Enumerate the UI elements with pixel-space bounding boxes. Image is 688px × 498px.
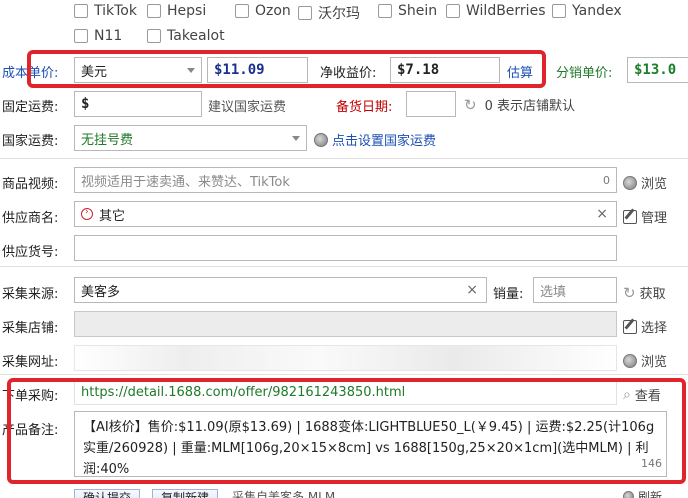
- platform-checkbox-n11[interactable]: N11: [74, 28, 122, 44]
- globe-icon: [623, 175, 637, 190]
- platform-checkbox-shein[interactable]: Shein: [378, 3, 437, 19]
- supplier-manage-button[interactable]: 管理: [623, 207, 667, 226]
- checkbox-box[interactable]: [235, 4, 249, 18]
- manage-label: 管理: [641, 211, 668, 226]
- clear-icon[interactable]: ×: [596, 206, 608, 222]
- stock-date-input[interactable]: [406, 91, 456, 117]
- choose-label: 选择: [641, 321, 668, 336]
- supplier-icon: ›: [81, 207, 93, 220]
- platform-checkbox-yandex[interactable]: Yandex: [552, 3, 622, 19]
- country-shipping-label: 国家运费:: [2, 134, 59, 149]
- browse-label: 浏览: [641, 177, 668, 192]
- distribution-price-label: 分销单价:: [556, 66, 613, 81]
- suggest-country-shipping-text: 建议国家运费: [208, 100, 287, 115]
- platform-checkbox-wildberries[interactable]: WildBerries: [446, 3, 545, 19]
- store-input: [74, 311, 617, 337]
- platform-checkbox-takealot[interactable]: Takealot: [147, 28, 225, 44]
- checkbox-box[interactable]: [446, 4, 460, 18]
- checkbox-box[interactable]: [147, 4, 161, 18]
- checkbox-label: Ozon: [255, 3, 291, 19]
- checkbox-box[interactable]: [147, 29, 161, 43]
- refresh-label: 刷新: [638, 490, 663, 498]
- distribution-price-value: $13.0: [634, 62, 677, 78]
- edit-icon: [623, 319, 637, 334]
- checkbox-label: WildBerries: [466, 3, 546, 19]
- sales-input[interactable]: 选填: [533, 277, 617, 303]
- refresh-icon: [623, 491, 634, 498]
- clear-icon[interactable]: ×: [466, 282, 478, 298]
- checkbox-label: Yandex: [572, 3, 622, 19]
- refresh-icon: ↻: [623, 283, 636, 302]
- copy-new-button[interactable]: 复制新建: [152, 489, 219, 498]
- platform-checkbox-hepsi[interactable]: Hepsi: [147, 3, 206, 19]
- checkbox-box[interactable]: [298, 6, 312, 20]
- globe-icon: [314, 132, 328, 147]
- confirm-submit-button[interactable]: 确认提交: [74, 489, 141, 498]
- highlight-box-purchase-remark: [7, 378, 686, 484]
- country-shipping-value: 无挂号费: [81, 132, 134, 148]
- supplier-sku-input[interactable]: [74, 235, 617, 261]
- fixed-shipping-input[interactable]: $: [74, 91, 202, 117]
- stock-date-hint-text: 0 表示店铺默认: [484, 99, 575, 114]
- source-value: 美客多: [81, 284, 121, 300]
- checkbox-label: TikTok: [94, 3, 137, 19]
- platform-checkbox-tiktok[interactable]: TikTok: [74, 3, 137, 19]
- stock-date-label: 备货日期:: [336, 100, 393, 115]
- distribution-price-input[interactable]: $13.0: [627, 57, 688, 83]
- sales-placeholder: 选填: [540, 284, 567, 300]
- divider: [0, 374, 688, 375]
- country-shipping-select[interactable]: 无挂号费: [74, 125, 307, 151]
- collect-source-text: 采集自美客多 MLM: [232, 490, 336, 498]
- video-placeholder: 视频适用于速卖通、来赞达、TikTok: [81, 174, 290, 190]
- highlight-box-cost: [27, 50, 546, 88]
- checkbox-label: Hepsi: [167, 3, 207, 19]
- video-input[interactable]: 视频适用于速卖通、来赞达、TikTok 0: [74, 167, 617, 193]
- store-label: 采集店铺:: [2, 321, 59, 336]
- url-browse-button[interactable]: 浏览: [623, 351, 667, 370]
- supplier-sku-label: 供应货号:: [2, 245, 59, 260]
- browse-label: 浏览: [641, 355, 668, 370]
- refresh-icon[interactable]: ↻: [464, 96, 477, 114]
- store-choose-button[interactable]: 选择: [623, 317, 667, 336]
- sales-label: 销量:: [493, 287, 524, 302]
- url-input[interactable]: [74, 345, 617, 371]
- checkbox-box[interactable]: [74, 4, 88, 18]
- video-char-count: 0: [603, 173, 610, 187]
- set-country-shipping-text: 点击设置国家运费: [332, 134, 437, 149]
- chevron-down-icon: [292, 136, 300, 141]
- globe-icon: [623, 353, 637, 368]
- supplier-value: 其它: [99, 208, 126, 224]
- fixed-shipping-value: $: [81, 96, 90, 112]
- set-country-shipping-link[interactable]: 点击设置国家运费: [314, 130, 436, 149]
- url-label: 采集网址:: [2, 355, 59, 370]
- divider: [0, 266, 688, 267]
- checkbox-label: Shein: [398, 3, 438, 19]
- source-label: 采集来源:: [2, 287, 59, 302]
- checkbox-label: N11: [94, 28, 123, 44]
- fetch-label: 获取: [639, 287, 666, 302]
- checkbox-label: 沃尔玛: [318, 6, 360, 22]
- divider: [0, 158, 688, 159]
- video-label: 商品视频:: [2, 177, 59, 192]
- platform-checkbox-walmart[interactable]: 沃尔玛: [298, 3, 360, 23]
- fixed-shipping-label: 固定运费:: [2, 100, 59, 115]
- source-input[interactable]: 美客多 ×: [74, 277, 487, 303]
- supplier-label: 供应商名:: [2, 211, 59, 226]
- edit-icon: [623, 209, 637, 224]
- checkbox-box[interactable]: [552, 4, 566, 18]
- checkbox-label: Takealot: [167, 28, 225, 44]
- checkbox-box[interactable]: [378, 4, 392, 18]
- refresh-button[interactable]: 刷新: [623, 488, 662, 498]
- fetch-button[interactable]: ↻ 获取: [623, 283, 666, 303]
- checkbox-box[interactable]: [74, 29, 88, 43]
- platform-checkbox-ozon[interactable]: Ozon: [235, 3, 291, 19]
- supplier-input[interactable]: › 其它 ×: [74, 201, 617, 227]
- video-browse-button[interactable]: 浏览: [623, 173, 667, 192]
- stock-date-hint: ↻ 0 表示店铺默认: [464, 95, 575, 115]
